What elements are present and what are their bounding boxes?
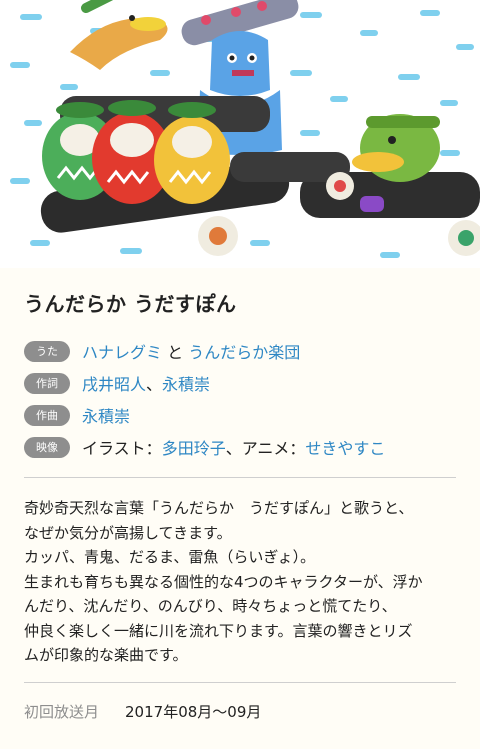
song-description: 奇妙奇天烈な言葉「うんだらか うだすぽん」と歌うと、 なぜか気分が高揚してきます… — [24, 496, 456, 668]
credit-row-uta: うた ハナレグミ と うんだらか楽団 — [24, 335, 456, 367]
credit-row-composition: 作曲 永積崇 — [24, 399, 456, 431]
visuals-separator: 、 — [225, 439, 242, 458]
description-line: 奇妙奇天烈な言葉「うんだらか うだすぽん」と歌うと、 — [24, 499, 414, 517]
lyrics-badge: 作詞 — [24, 372, 70, 394]
description-line: カッパ、青鬼、だるま、雷魚（らいぎょ）。 — [24, 548, 316, 566]
lyrics-credit: 戌井昭人、永積崇 — [82, 371, 210, 395]
description-line: ムが印象的な楽曲です。 — [24, 646, 188, 664]
uta-badge: うた — [24, 340, 70, 362]
song-title: うんだらか うだすぽん — [24, 292, 237, 316]
description-line: んだり、沈んだり、のんびり、時々ちょっと慌てたり、 — [24, 597, 397, 615]
visuals-credit: イラスト：多田玲子、アニメ：せきやすこ — [82, 435, 385, 459]
song-detail: うんだらか うだすぽん うた ハナレグミ と うんだらか楽団 作詞 戌井昭人、永… — [0, 288, 480, 722]
uta-credit: ハナレグミ と うんだらか楽団 — [82, 339, 300, 363]
credit-row-lyrics: 作詞 戌井昭人、永積崇 — [24, 367, 456, 399]
illustration-label: イラスト： — [82, 439, 162, 458]
first-broadcast-value: 2017年08月〜09月 — [125, 702, 262, 721]
credit-row-visuals: 映像 イラスト：多田玲子、アニメ：せきやすこ — [24, 431, 456, 463]
lyricist-link-inui[interactable]: 戌井昭人 — [82, 375, 146, 394]
composition-badge: 作曲 — [24, 404, 70, 426]
artist-link-undaraka-band[interactable]: うんだらか楽団 — [188, 343, 300, 362]
hero-illustration — [0, 0, 480, 268]
description-line: 生まれも育ちも異なる個性的な4つのキャラクターが、浮か — [24, 572, 423, 591]
artist-link-hanaregumi[interactable]: ハナレグミ — [82, 343, 162, 362]
animator-link-seki[interactable]: せきやすこ — [305, 439, 385, 458]
illustrator-link-tada[interactable]: 多田玲子 — [162, 439, 226, 458]
description-line: 仲良く楽しく一緒に川を流れ下ります。言葉の響きとリズ — [24, 621, 413, 640]
composition-credit: 永積崇 — [82, 403, 130, 427]
divider-top — [24, 477, 456, 478]
lyricist-link-nagazumi[interactable]: 永積崇 — [162, 375, 210, 394]
divider-bottom — [24, 681, 456, 683]
first-broadcast: 初回放送月 2017年08月〜09月 — [24, 701, 456, 722]
uta-joiner: と — [162, 343, 189, 362]
lyrics-separator: 、 — [146, 375, 163, 394]
anime-label: アニメ： — [241, 439, 306, 458]
first-broadcast-label: 初回放送月 — [24, 702, 100, 721]
description-line: なぜか気分が高揚してきます。 — [24, 523, 232, 542]
visuals-badge: 映像 — [24, 436, 70, 458]
composer-link-nagazumi[interactable]: 永積崇 — [82, 407, 130, 426]
